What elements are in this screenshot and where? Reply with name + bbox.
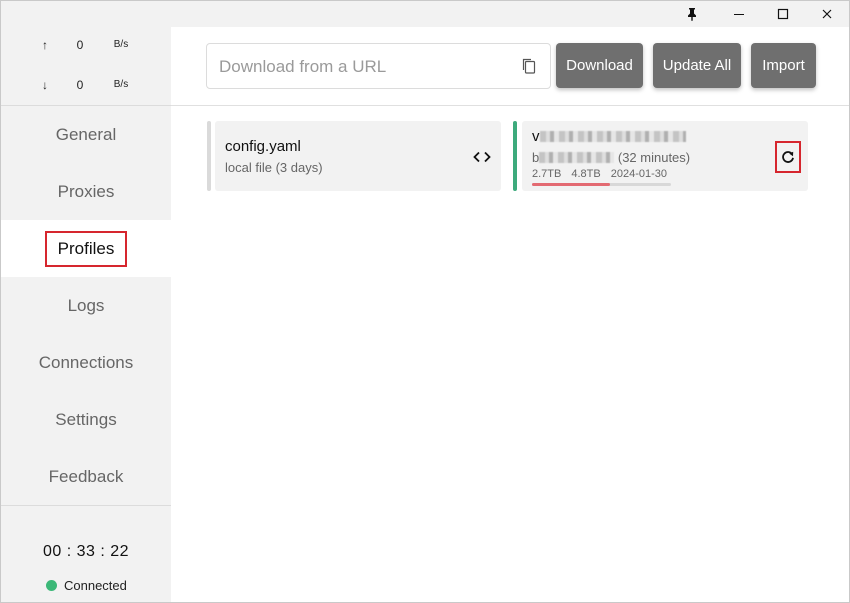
sidebar-item-label: Connections — [38, 352, 134, 372]
upload-arrow-icon: ↑ — [42, 38, 48, 52]
connection-status: Connected — [46, 577, 127, 593]
paste-icon[interactable] — [521, 58, 537, 74]
usage-progress-fill — [532, 183, 610, 186]
close-icon[interactable] — [805, 1, 849, 27]
main-panel: Download Update All Import config.yaml l… — [171, 27, 849, 602]
upload-unit: B/s — [113, 39, 129, 50]
used-traffic: 2.7TB — [532, 168, 562, 180]
redacted-name — [539, 131, 686, 142]
profile-subtitle: local file (3 days) — [225, 160, 323, 175]
profile-indicator-bar — [513, 121, 517, 191]
maximize-icon[interactable] — [761, 1, 805, 27]
profile-sub-prefix: b — [532, 150, 540, 165]
sidebar-item-label: General — [55, 124, 117, 144]
title-bar — [1, 1, 849, 27]
download-value: 0 — [76, 78, 84, 92]
sidebar-item-logs[interactable]: Logs — [1, 277, 171, 334]
total-traffic: 4.8TB — [571, 168, 601, 180]
sidebar-item-connections[interactable]: Connections — [1, 334, 171, 391]
sidebar-item-label: Logs — [67, 295, 105, 315]
import-button[interactable]: Import — [751, 43, 816, 88]
sidebar-footer: 00 : 33 : 22 Connected — [1, 505, 171, 602]
sidebar-item-label: Settings — [55, 409, 117, 429]
profile-indicator-bar — [207, 121, 211, 191]
upload-speed: ↑ 0 B/s — [1, 38, 171, 58]
sidebar-item-label: Feedback — [48, 466, 124, 486]
sidebar-item-label: Profiles — [44, 230, 128, 267]
minimize-icon[interactable] — [717, 1, 761, 27]
download-arrow-icon: ↓ — [42, 78, 48, 92]
profile-usage-stats: 2.7TB 4.8TB 2024-01-30 — [532, 168, 677, 180]
expire-date: 2024-01-30 — [610, 168, 667, 180]
sidebar: ↑ 0 B/s ↓ 0 B/s General Proxies Profiles… — [1, 27, 171, 602]
profiles-toolbar: Download Update All Import — [171, 27, 849, 106]
upload-value: 0 — [76, 38, 84, 52]
profile-name-prefix: v — [532, 128, 540, 145]
refresh-icon — [782, 151, 794, 163]
refresh-button[interactable] — [775, 141, 801, 173]
code-icon[interactable] — [473, 150, 491, 163]
status-dot-icon — [46, 579, 57, 591]
status-label: Connected — [64, 577, 127, 593]
profile-name: v — [532, 128, 686, 145]
uptime-clock: 00 : 33 : 22 — [42, 543, 130, 560]
traffic-panel: ↑ 0 B/s ↓ 0 B/s — [1, 27, 171, 106]
url-field[interactable] — [206, 43, 551, 90]
app-window: ↑ 0 B/s ↓ 0 B/s General Proxies Profiles… — [0, 0, 850, 603]
sidebar-item-general[interactable]: General — [1, 106, 171, 163]
usage-progress-bar — [532, 183, 671, 186]
download-speed: ↓ 0 B/s — [1, 78, 171, 98]
url-input[interactable] — [217, 44, 511, 90]
update-all-button[interactable]: Update All — [653, 43, 741, 88]
sidebar-item-settings[interactable]: Settings — [1, 391, 171, 448]
profile-card-config[interactable]: config.yaml local file (3 days) — [215, 121, 501, 191]
download-unit: B/s — [113, 79, 129, 90]
sidebar-item-profiles[interactable]: Profiles — [1, 220, 171, 277]
sidebar-item-proxies[interactable]: Proxies — [1, 163, 171, 220]
profile-updated: (32 minutes) — [617, 150, 691, 165]
download-button[interactable]: Download — [556, 43, 643, 88]
pin-icon[interactable] — [670, 1, 714, 27]
profile-name: config.yaml — [225, 138, 301, 155]
sidebar-item-feedback[interactable]: Feedback — [1, 448, 171, 505]
redacted-source — [539, 152, 615, 163]
sidebar-item-label: Proxies — [57, 181, 115, 201]
profile-subtitle: b (32 minutes) — [532, 150, 690, 165]
profile-card-subscription[interactable]: v b (32 minutes) 2.7TB 4.8TB 2024-01-30 — [522, 121, 808, 191]
